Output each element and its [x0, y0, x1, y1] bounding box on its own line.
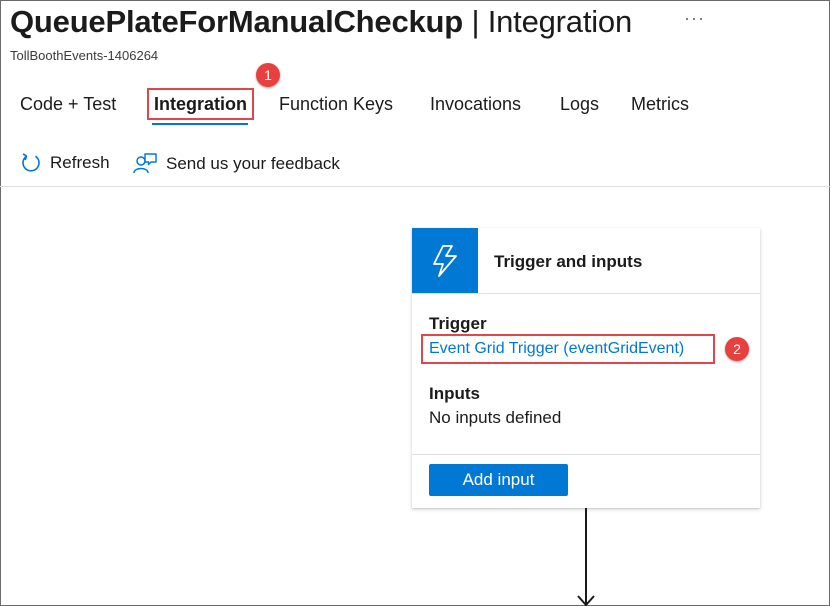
- feedback-person-icon: [132, 152, 158, 176]
- highlight-box-integration-tab: [147, 88, 254, 120]
- tab-metrics[interactable]: Metrics: [631, 94, 689, 115]
- trigger-heading: Trigger: [429, 314, 487, 333]
- tab-code-test[interactable]: Code + Test: [20, 94, 116, 115]
- tab-logs[interactable]: Logs: [560, 94, 599, 115]
- title-function-name: QueuePlateForManualCheckup: [10, 4, 464, 39]
- page-title: QueuePlateForManualCheckup | Integration: [10, 4, 632, 40]
- add-input-button[interactable]: Add input: [429, 464, 568, 496]
- flow-arrow-down: [577, 508, 595, 606]
- title-section: Integration: [487, 4, 633, 39]
- refresh-button[interactable]: Refresh: [20, 152, 110, 174]
- lightning-bolt-icon: [412, 228, 478, 293]
- command-bar-divider: [0, 186, 830, 187]
- feedback-button[interactable]: Send us your feedback: [132, 152, 340, 176]
- refresh-icon: [20, 152, 42, 174]
- active-tab-indicator: [152, 123, 248, 125]
- step-badge-2: 2: [725, 337, 749, 361]
- more-options-button[interactable]: ···: [684, 8, 705, 29]
- resource-subtitle: TollBoothEvents-1406264: [10, 48, 159, 63]
- inputs-value: No inputs defined: [429, 408, 562, 427]
- step-badge-1: 1: [256, 63, 280, 87]
- card-header-divider: [412, 293, 760, 294]
- refresh-label: Refresh: [50, 153, 110, 172]
- feedback-label: Send us your feedback: [166, 154, 340, 173]
- card-title: Trigger and inputs: [494, 252, 643, 271]
- trigger-and-inputs-card: Trigger and inputs Trigger Event Grid Tr…: [412, 228, 760, 508]
- tab-invocations[interactable]: Invocations: [430, 94, 521, 115]
- inputs-heading: Inputs: [429, 384, 480, 403]
- highlight-box-trigger-link: [421, 334, 715, 364]
- title-separator: |: [471, 4, 480, 39]
- card-footer-divider: [412, 454, 760, 455]
- tab-function-keys[interactable]: Function Keys: [279, 94, 393, 115]
